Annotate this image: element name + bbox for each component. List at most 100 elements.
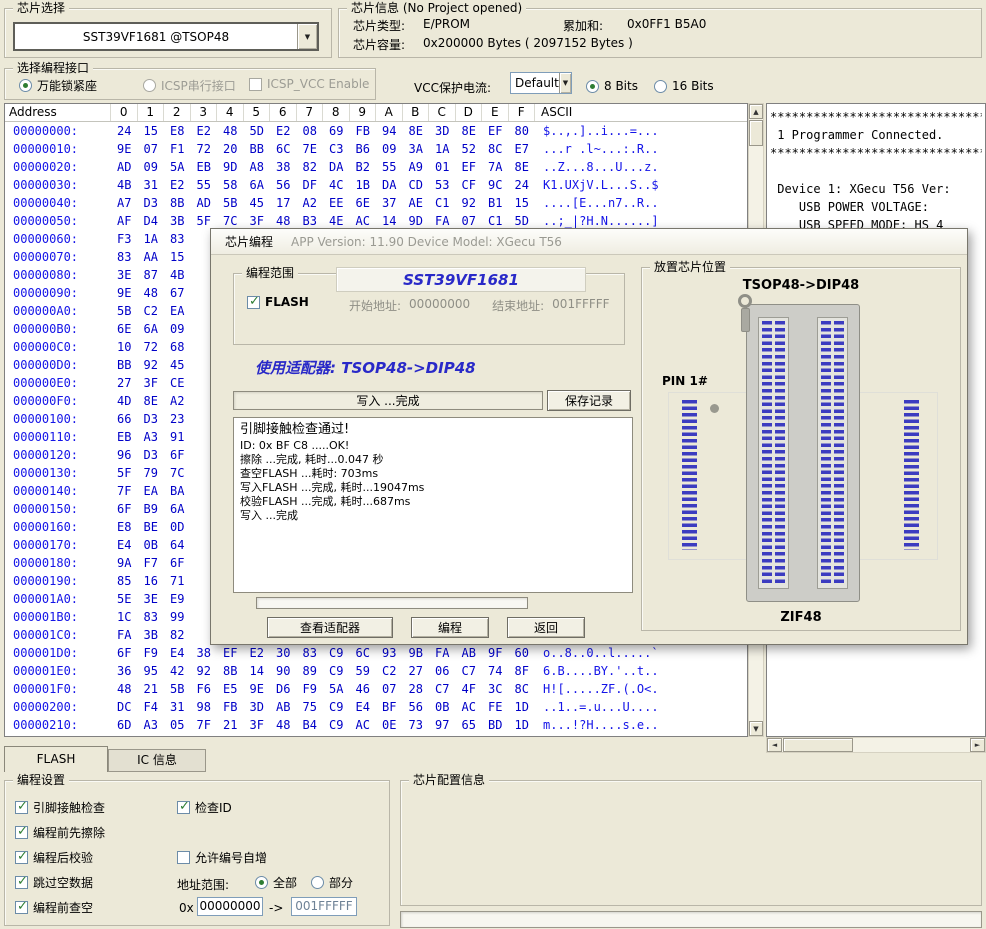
hex-byte-cell[interactable]: 5A (323, 680, 350, 698)
hex-byte-cell[interactable]: E2 (164, 176, 191, 194)
dialog-operation-log[interactable]: 引脚接触检查通过!ID: 0x BF C8 .....OK!擦除 ...完成, … (233, 417, 633, 593)
hex-byte-cell[interactable]: A7 (111, 194, 138, 212)
chip-select-dropdown-button[interactable]: ▼ (297, 24, 317, 49)
hex-byte-cell[interactable]: 87 (138, 266, 165, 284)
hex-byte-cell[interactable]: 90 (270, 662, 297, 680)
hex-byte-cell[interactable]: 1D (509, 716, 536, 734)
hex-byte-cell[interactable]: 5B (164, 680, 191, 698)
hex-byte-cell[interactable]: DC (111, 698, 138, 716)
hex-byte-cell[interactable]: 92 (191, 662, 218, 680)
hex-byte-cell[interactable]: F3 (111, 230, 138, 248)
hex-byte-cell[interactable]: 6F (111, 500, 138, 518)
hex-byte-cell[interactable]: 15 (138, 122, 165, 140)
hex-byte-cell[interactable]: FB (350, 122, 377, 140)
hex-byte-cell[interactable]: 55 (376, 158, 403, 176)
hex-byte-cell[interactable]: 95 (138, 662, 165, 680)
hex-byte-cell[interactable]: 8E (403, 122, 430, 140)
hex-byte-cell[interactable]: 4B (164, 266, 191, 284)
scroll-thumb[interactable] (749, 120, 763, 146)
hex-byte-cell[interactable]: E8 (164, 122, 191, 140)
hex-byte-cell[interactable]: 83 (111, 248, 138, 266)
hex-byte-cell[interactable]: 67 (164, 284, 191, 302)
hex-byte-cell[interactable]: 94 (376, 122, 403, 140)
hex-byte-cell[interactable]: 5F (111, 464, 138, 482)
hex-byte-cell[interactable]: 5D (244, 122, 271, 140)
hex-byte-cell[interactable]: FA (111, 626, 138, 644)
hex-byte-cell[interactable]: 17 (270, 194, 297, 212)
hex-byte-cell[interactable]: 93 (376, 644, 403, 662)
scroll-down-button[interactable]: ▼ (749, 721, 763, 736)
hex-byte-cell[interactable]: 7F (111, 482, 138, 500)
hex-byte-cell[interactable]: 1A (429, 140, 456, 158)
hex-byte-cell[interactable]: 66 (111, 410, 138, 428)
hex-byte-cell[interactable]: C7 (429, 680, 456, 698)
hex-byte-cell[interactable]: 01 (429, 158, 456, 176)
hex-byte-cell[interactable]: 24 (111, 122, 138, 140)
save-record-button[interactable]: 保存记录 (547, 390, 631, 411)
hex-byte-cell[interactable]: 56 (270, 176, 297, 194)
hex-byte-cell[interactable]: 96 (111, 446, 138, 464)
hex-byte-cell[interactable]: 4C (323, 176, 350, 194)
address-to-field[interactable]: 001FFFFF (291, 897, 357, 916)
hex-byte-cell[interactable]: 5E (111, 590, 138, 608)
hex-byte-cell[interactable]: 45 (164, 356, 191, 374)
hex-byte-cell[interactable]: 97 (429, 716, 456, 734)
hex-byte-cell[interactable]: EE (323, 194, 350, 212)
radio-range-all[interactable]: 全部 (255, 874, 297, 891)
hex-byte-cell[interactable]: 4B (111, 176, 138, 194)
hex-byte-cell[interactable]: EA (138, 482, 165, 500)
hex-byte-cell[interactable]: 72 (138, 338, 165, 356)
hex-byte-cell[interactable]: 92 (456, 194, 483, 212)
hex-byte-cell[interactable]: AF (111, 212, 138, 230)
hex-byte-cell[interactable]: 72 (191, 140, 218, 158)
hex-byte-cell[interactable]: C2 (138, 302, 165, 320)
hex-byte-cell[interactable]: 56 (403, 698, 430, 716)
radio-universal-socket[interactable]: 万能锁紧座 (19, 77, 97, 94)
chip-select-combo[interactable]: SST39VF1681 @TSOP48 ▼ (13, 22, 319, 51)
hex-byte-cell[interactable]: C9 (323, 716, 350, 734)
hex-byte-cell[interactable]: 6D (111, 716, 138, 734)
hex-byte-cell[interactable]: 9C (482, 176, 509, 194)
hex-byte-cell[interactable]: B9 (138, 500, 165, 518)
hex-byte-cell[interactable]: 30 (270, 644, 297, 662)
hex-byte-cell[interactable]: D6 (270, 680, 297, 698)
hex-byte-cell[interactable]: FE (482, 698, 509, 716)
hex-byte-cell[interactable]: 3E (138, 590, 165, 608)
hex-byte-cell[interactable]: 6A (138, 320, 165, 338)
hex-byte-cell[interactable]: 8C (482, 140, 509, 158)
hex-byte-cell[interactable]: E7 (509, 140, 536, 158)
hex-byte-cell[interactable]: 8C (509, 680, 536, 698)
hex-byte-cell[interactable]: 6E (350, 194, 377, 212)
checkbox-flash-region[interactable]: FLASH (247, 295, 309, 309)
hex-byte-cell[interactable]: 7F (191, 716, 218, 734)
hex-byte-cell[interactable]: 6A (244, 176, 271, 194)
hex-byte-cell[interactable]: 98 (191, 698, 218, 716)
hex-byte-cell[interactable]: 9E (111, 140, 138, 158)
hex-byte-cell[interactable]: 21 (138, 680, 165, 698)
hex-byte-cell[interactable]: 59 (350, 662, 377, 680)
hex-byte-cell[interactable]: 09 (138, 158, 165, 176)
hex-byte-cell[interactable]: 73 (403, 716, 430, 734)
hex-byte-cell[interactable]: 24 (509, 176, 536, 194)
hex-byte-cell[interactable]: 07 (376, 680, 403, 698)
hex-byte-cell[interactable]: 0E (376, 716, 403, 734)
dialog-titlebar[interactable]: 芯片编程 APP Version: 11.90 Device Model: XG… (211, 229, 967, 255)
hex-byte-cell[interactable]: B2 (350, 158, 377, 176)
hex-byte-cell[interactable]: 14 (244, 662, 271, 680)
hex-byte-cell[interactable]: 82 (164, 626, 191, 644)
hex-byte-cell[interactable]: E2 (191, 122, 218, 140)
hex-byte-cell[interactable]: DF (297, 176, 324, 194)
hex-byte-cell[interactable]: DA (376, 176, 403, 194)
hex-byte-cell[interactable]: F1 (164, 140, 191, 158)
checkbox-verify-after-program[interactable]: 编程后校验 (15, 849, 93, 866)
hex-byte-cell[interactable]: B4 (297, 716, 324, 734)
hex-byte-cell[interactable]: 83 (164, 230, 191, 248)
hex-byte-cell[interactable]: 06 (429, 662, 456, 680)
hex-byte-cell[interactable]: 3B (138, 626, 165, 644)
radio-range-partial[interactable]: 部分 (311, 874, 353, 891)
hex-byte-cell[interactable]: C7 (456, 662, 483, 680)
hex-byte-cell[interactable]: E4 (350, 698, 377, 716)
hex-byte-cell[interactable]: 05 (164, 716, 191, 734)
view-adapter-button[interactable]: 查看适配器 (267, 617, 393, 638)
hex-byte-cell[interactable]: D3 (138, 194, 165, 212)
